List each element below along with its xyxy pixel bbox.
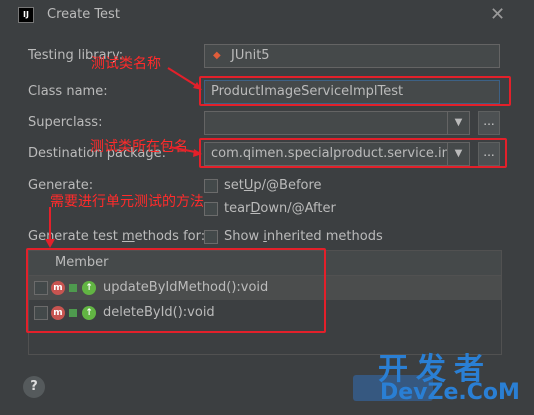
class-name-arrowhead xyxy=(193,82,202,90)
watermark-en: DevZe.CoM xyxy=(380,380,520,405)
methods-arrowhead xyxy=(45,239,55,248)
create-test-dialog: IJ Create Test ✕ Testing library: ◆ JUni… xyxy=(0,0,534,415)
package-arrowhead xyxy=(193,149,202,157)
